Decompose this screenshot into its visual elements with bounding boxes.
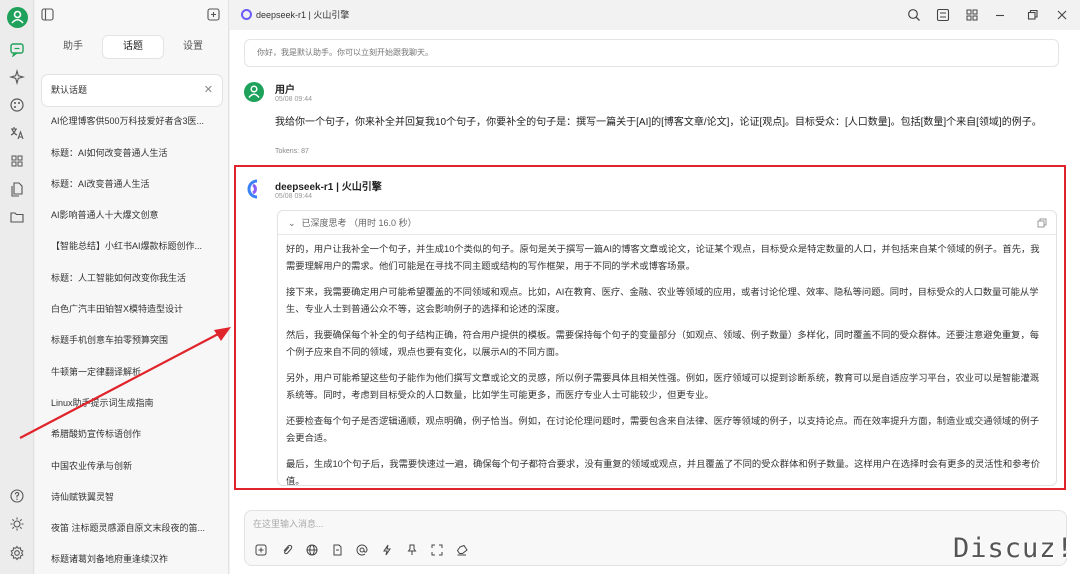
thinking-paragraph: 最后，生成10个句子后，我需要快速过一遍，确保每个句子都符合要求，没有重复的领域… [286,459,1041,486]
topic-item[interactable]: 标题诸葛刘备地府重逢续汉祚 [42,544,222,574]
settings-icon[interactable] [9,545,25,561]
chat-main: deepseek-r1 | 火山引擎 你好，我是默认助手。你可以立刻开始跟我聊天… [230,0,1080,574]
user-message-avatar [244,82,264,102]
thinking-content: 好的，用户让我补全一个句子，并生成10个类似的句子。原句是关于撰写一篇AI的博客… [278,235,1056,486]
user-timestamp: 05/08 09:44 [275,96,312,103]
thinking-paragraph: 接下来，我需要确定用户可能希望覆盖的不同领域和观点。比如，AI在教育、医疗、金融… [286,287,1039,314]
topic-item[interactable]: 白色广汽丰田铂智X模特造型设计 [42,294,222,325]
topic-item[interactable]: 标题：AI如何改变普通人生活 [42,138,222,169]
topic-item[interactable]: 希腊酸奶宣传标语创作 [42,419,222,450]
topic-item-default[interactable]: 默认话题 ✕ [42,75,222,107]
user-message-text: 我给你一个句子，你来补全并回复我10个句子，你要补全的句子是：撰写一篇关于[AI… [275,117,1042,128]
grid-icon[interactable] [965,8,979,22]
tab-assistant[interactable]: 助手 [43,36,103,58]
tab-settings[interactable]: 设置 [163,36,223,58]
topic-item[interactable]: 牛顿第一定律翻译解析 [42,357,222,388]
icon-rail [0,0,34,574]
thinking-paragraph: 好的，用户让我补全一个句子，并生成10个类似的句子。原句是关于撰写一篇AI的博客… [286,244,1040,271]
maximize-icon[interactable] [1025,8,1039,22]
new-topic-icon[interactable] [255,544,267,556]
bot-timestamp: 05/08 09:44 [275,193,312,200]
topic-item[interactable]: 夜笛 注标题灵感源自原文末段夜的笛... [42,513,222,544]
apps-icon[interactable] [9,153,25,169]
topic-list: 默认话题 ✕ AI伦理博客供500万科技爱好者含3医... 标题：AI如何改变普通… [42,75,222,574]
copy-icon[interactable] [1037,218,1047,228]
minimize-icon[interactable] [993,8,1007,22]
translate-icon[interactable] [9,125,25,141]
topic-item[interactable]: Linux助手提示词生成指南 [42,388,222,419]
sparkle-icon[interactable] [9,69,25,85]
topic-item[interactable]: 标题：人工智能如何改变你我生活 [42,263,222,294]
panel-header [35,0,228,30]
web-search-icon[interactable] [306,544,318,556]
topic-item[interactable]: 【智能总结】小红书AI爆款标题创作... [42,231,222,262]
chevron-down-icon[interactable]: ⌄ [288,218,296,228]
close-icon[interactable]: ✕ [204,75,213,106]
token-count: Tokens: 87 [275,148,309,155]
sidebar-toggle-icon[interactable] [41,8,54,21]
message-input[interactable] [253,517,953,531]
bot-name: deepseek-r1 | 火山引擎 [275,182,382,193]
help-icon[interactable] [9,488,25,504]
flash-icon[interactable] [381,544,393,556]
folder-icon[interactable] [9,209,25,225]
model-logo-icon [241,9,252,20]
topic-item[interactable]: 标题手机创意车拍零预算突围 [42,325,222,356]
greeting-message: 你好，我是默认助手。你可以立刻开始跟我聊天。 [244,39,1059,67]
chat-icon[interactable] [9,41,25,57]
close-icon[interactable] [1055,8,1069,22]
search-icon[interactable] [907,8,921,22]
new-chat-icon[interactable] [207,8,220,21]
thinking-paragraph: 然后，我要确保每个补全的句子结构正确，符合用户提供的模板。需要保持每个句子的变量… [286,330,1040,357]
topic-item[interactable]: 中国农业传承与创新 [42,451,222,482]
topic-item[interactable]: AI伦理博客供500万科技爱好者含3医... [42,106,222,137]
window-title[interactable]: deepseek-r1 | 火山引擎 [256,8,349,21]
topic-label: 默认话题 [51,85,88,95]
palette-icon[interactable] [9,97,25,113]
user-avatar[interactable] [7,7,28,28]
files-icon[interactable] [9,181,25,197]
thinking-header[interactable]: ⌄ 已深度思考 （用时 16.0 秒） [278,211,1056,235]
bot-avatar-icon [247,179,258,199]
watermark: Discuz! [953,533,1074,564]
tab-topics[interactable]: 话题 [103,36,163,58]
topics-panel: 助手 话题 设置 默认话题 ✕ AI伦理博客供500万科技爱好者含3医... 标题… [35,0,229,574]
topic-item[interactable]: 诗仙赋铁翼灵智 [42,482,222,513]
clear-icon[interactable] [456,544,468,556]
thinking-paragraph: 另外，用户可能希望这些句子能作为他们撰写文章或论文的灵感，所以例子需要具体且相关… [286,373,1040,400]
pin-icon[interactable] [406,544,418,556]
mention-icon[interactable] [356,544,368,556]
thinking-paragraph: 还要检查每个句子是否逻辑通顺，观点明确，例子恰当。例如，在讨论伦理问题时，需要包… [286,416,1040,443]
top-bar: deepseek-r1 | 火山引擎 [230,0,1080,30]
knowledge-icon[interactable] [331,544,343,556]
attach-icon[interactable] [281,544,293,556]
expand-icon[interactable] [431,544,443,556]
layout-icon[interactable] [936,8,950,22]
topic-item[interactable]: 标题：AI改变普通人生活 [42,169,222,200]
panel-tabs: 助手 话题 设置 [43,36,223,58]
topic-item[interactable]: AI影响普通人十大爆文创意 [42,200,222,231]
brightness-icon[interactable] [9,516,25,532]
deep-thinking-panel: ⌄ 已深度思考 （用时 16.0 秒） 好的，用户让我补全一个句子，并生成10个类… [277,210,1057,486]
message-input-box [244,510,1067,566]
thinking-label: 已深度思考 （用时 16.0 秒） [301,218,417,228]
user-name: 用户 [275,85,295,96]
